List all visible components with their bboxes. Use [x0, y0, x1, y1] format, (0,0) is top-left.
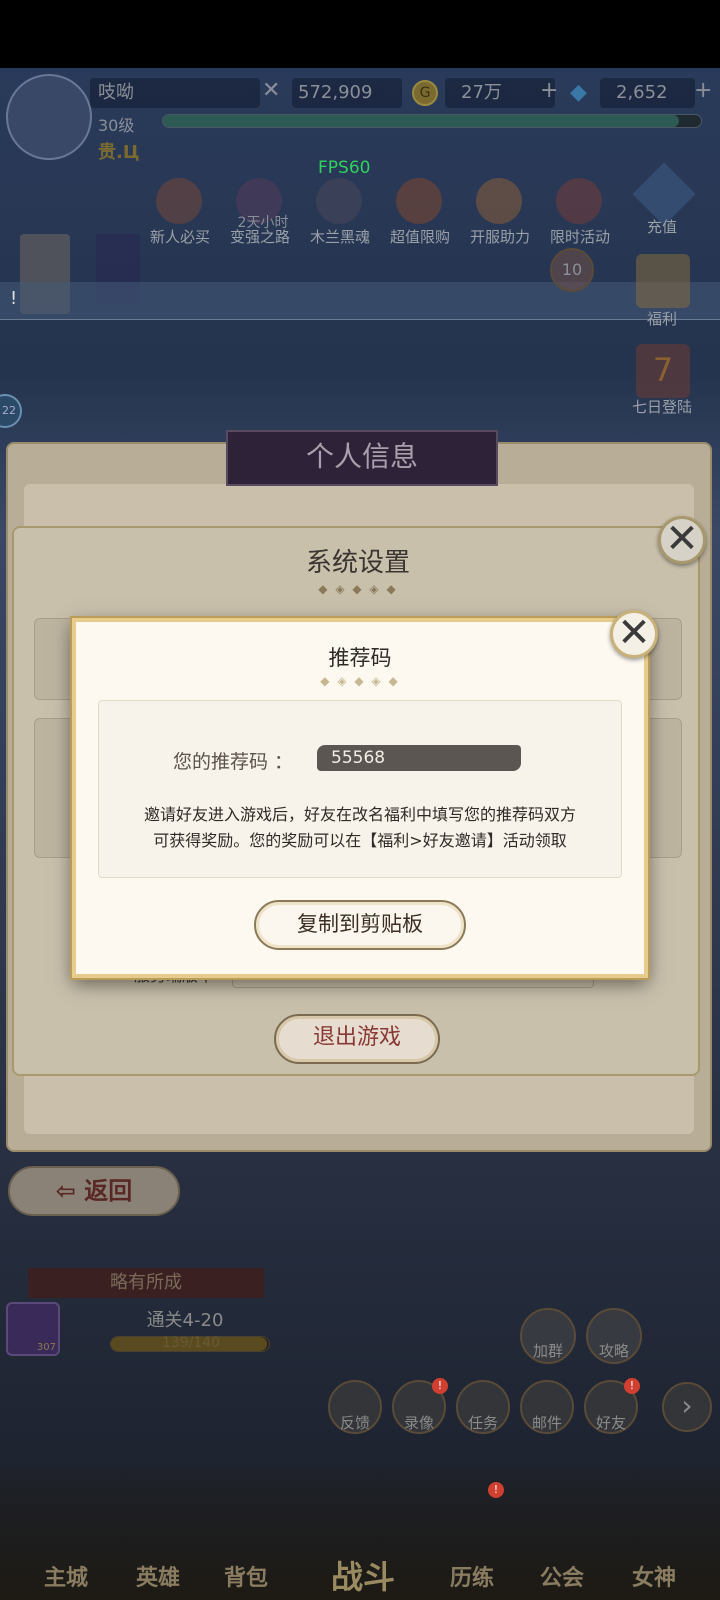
vip-text: 贵.Ц — [98, 142, 140, 163]
gem-icon: ◆ — [570, 80, 587, 105]
event-mulan-icon[interactable] — [316, 178, 362, 224]
referral-dialog: 推荐码 ◆ ◈ ◆ ◈ ◆ 您的推荐码 ： 55568 邀请好友进入游戏后，好友… — [72, 618, 648, 978]
referral-title: 推荐码 — [328, 646, 392, 670]
nav-battle[interactable]: 战斗 — [318, 1552, 408, 1598]
event-icons-row: 新人必买 2天小时 变强之路 木兰黑魂 超值限购 开服助力 限时活动 — [146, 178, 626, 248]
task-label: 任务 — [467, 1414, 498, 1432]
event-timed-icon[interactable] — [556, 178, 602, 224]
copy-to-clipboard-label: 复制到剪贴板 — [297, 912, 423, 936]
stage-avatar[interactable]: 307 — [6, 1302, 60, 1356]
player-avatar[interactable] — [6, 74, 92, 160]
seven-day-label: 七日登陆 — [631, 398, 692, 416]
referral-code-label: 您的推荐码 ： — [173, 751, 294, 773]
recharge-label: 充值 — [646, 218, 677, 236]
training-badge: ! — [488, 1482, 504, 1498]
back-icon: ⇦ — [55, 1177, 85, 1205]
event-label-launch: 开服助力 — [469, 228, 530, 246]
nav-heroes[interactable]: 英雄 — [118, 1560, 198, 1592]
mail-label: 邮件 — [531, 1414, 562, 1432]
welfare-icon[interactable] — [636, 254, 690, 308]
stage-progress-text: 139/140 — [161, 1335, 221, 1351]
left-bubble[interactable]: 22 — [0, 394, 22, 428]
copy-to-clipboard-button[interactable]: 复制到剪贴板 — [254, 900, 466, 950]
level-text: 30级 — [98, 116, 135, 135]
stage-progress-bar: 139/140 — [110, 1335, 270, 1352]
settings-close-button[interactable]: ✕ — [658, 516, 706, 564]
exit-game-button[interactable]: 退出游戏 — [274, 1014, 440, 1064]
ten-draw-icon[interactable]: 10 — [550, 248, 594, 292]
referral-code-value: 55568 — [317, 745, 521, 771]
event-label-mulan: 木兰黑魂 — [309, 228, 370, 246]
nav-training[interactable]: 历练 — [432, 1560, 512, 1592]
notice-strip: ! — [0, 282, 720, 320]
personal-info-title: 个人信息 — [226, 430, 498, 486]
fps-counter: FPS60 — [318, 158, 371, 178]
expand-arrow-button[interactable]: › — [662, 1382, 712, 1432]
referral-content-box: 您的推荐码 ： 55568 邀请好友进入游戏后，好友在改名福利中填写您的推荐码双… — [98, 700, 622, 878]
settings-divider: ◆ ◈ ◆ ◈ ◆ — [318, 582, 398, 596]
settings-title: 系统设置 — [305, 548, 410, 578]
friends-label: 好友 — [595, 1414, 626, 1432]
nav-city[interactable]: 主城 — [26, 1560, 106, 1592]
add-gold-icon[interactable]: + — [540, 78, 558, 103]
power-icon: ✕ — [262, 78, 281, 103]
seven-day-icon[interactable]: 7 — [636, 344, 690, 398]
power-value: 572,909 — [292, 78, 402, 108]
player-name: 吱呦 — [98, 82, 134, 103]
event-label-growth: 变强之路 — [229, 228, 290, 246]
guide-label: 攻略 — [598, 1342, 629, 1360]
event-label-limited-buy: 超值限购 — [389, 228, 450, 246]
event-label-timed: 限时活动 — [549, 228, 610, 246]
bottom-nav: 主城 英雄 背包 战斗 ! 历练 公会 女神 — [0, 1468, 720, 1600]
back-button[interactable]: ⇦ 返回 — [8, 1166, 180, 1216]
exp-bar — [162, 114, 702, 128]
exp-fill — [163, 115, 680, 127]
back-label: 返回 — [84, 1177, 133, 1205]
rank-banner: 略有所成 — [28, 1268, 264, 1298]
event-launch-icon[interactable] — [476, 178, 522, 224]
event-new-icon[interactable] — [156, 178, 202, 224]
replay-badge: ! — [432, 1378, 448, 1394]
replay-label: 录像 — [403, 1414, 434, 1432]
group-label: 加群 — [532, 1342, 563, 1360]
add-gem-icon[interactable]: + — [694, 78, 712, 103]
friends-badge: ! — [624, 1378, 640, 1394]
nav-guild[interactable]: 公会 — [522, 1560, 602, 1592]
feedback-label: 反馈 — [339, 1414, 370, 1432]
gem-value: 2,652 — [600, 78, 695, 108]
nav-goddess[interactable]: 女神 — [614, 1560, 694, 1592]
referral-desc-line1: 邀请好友进入游戏后，好友在改名福利中填写您的推荐码双方 — [143, 805, 576, 824]
stage-label: 通关4-20 — [146, 1310, 224, 1331]
gold-value: 27万 — [445, 78, 555, 108]
welfare-label: 福利 — [646, 310, 677, 328]
nav-bag[interactable]: 背包 — [206, 1560, 286, 1592]
gold-icon: G — [412, 80, 438, 106]
referral-desc-line2: 可获得奖励。您的奖励可以在【福利>好友邀请】活动领取 — [153, 831, 567, 850]
notice-exclaim: ! — [10, 288, 18, 309]
referral-divider: ◆ ◈ ◆ ◈ ◆ — [320, 674, 400, 688]
exit-game-label: 退出游戏 — [312, 1025, 401, 1050]
player-name-bar: 吱呦 — [90, 78, 260, 108]
event-label-new: 新人必买 — [149, 228, 210, 246]
event-limited-buy-icon[interactable] — [396, 178, 442, 224]
referral-close-button[interactable]: ✕ — [610, 610, 658, 658]
